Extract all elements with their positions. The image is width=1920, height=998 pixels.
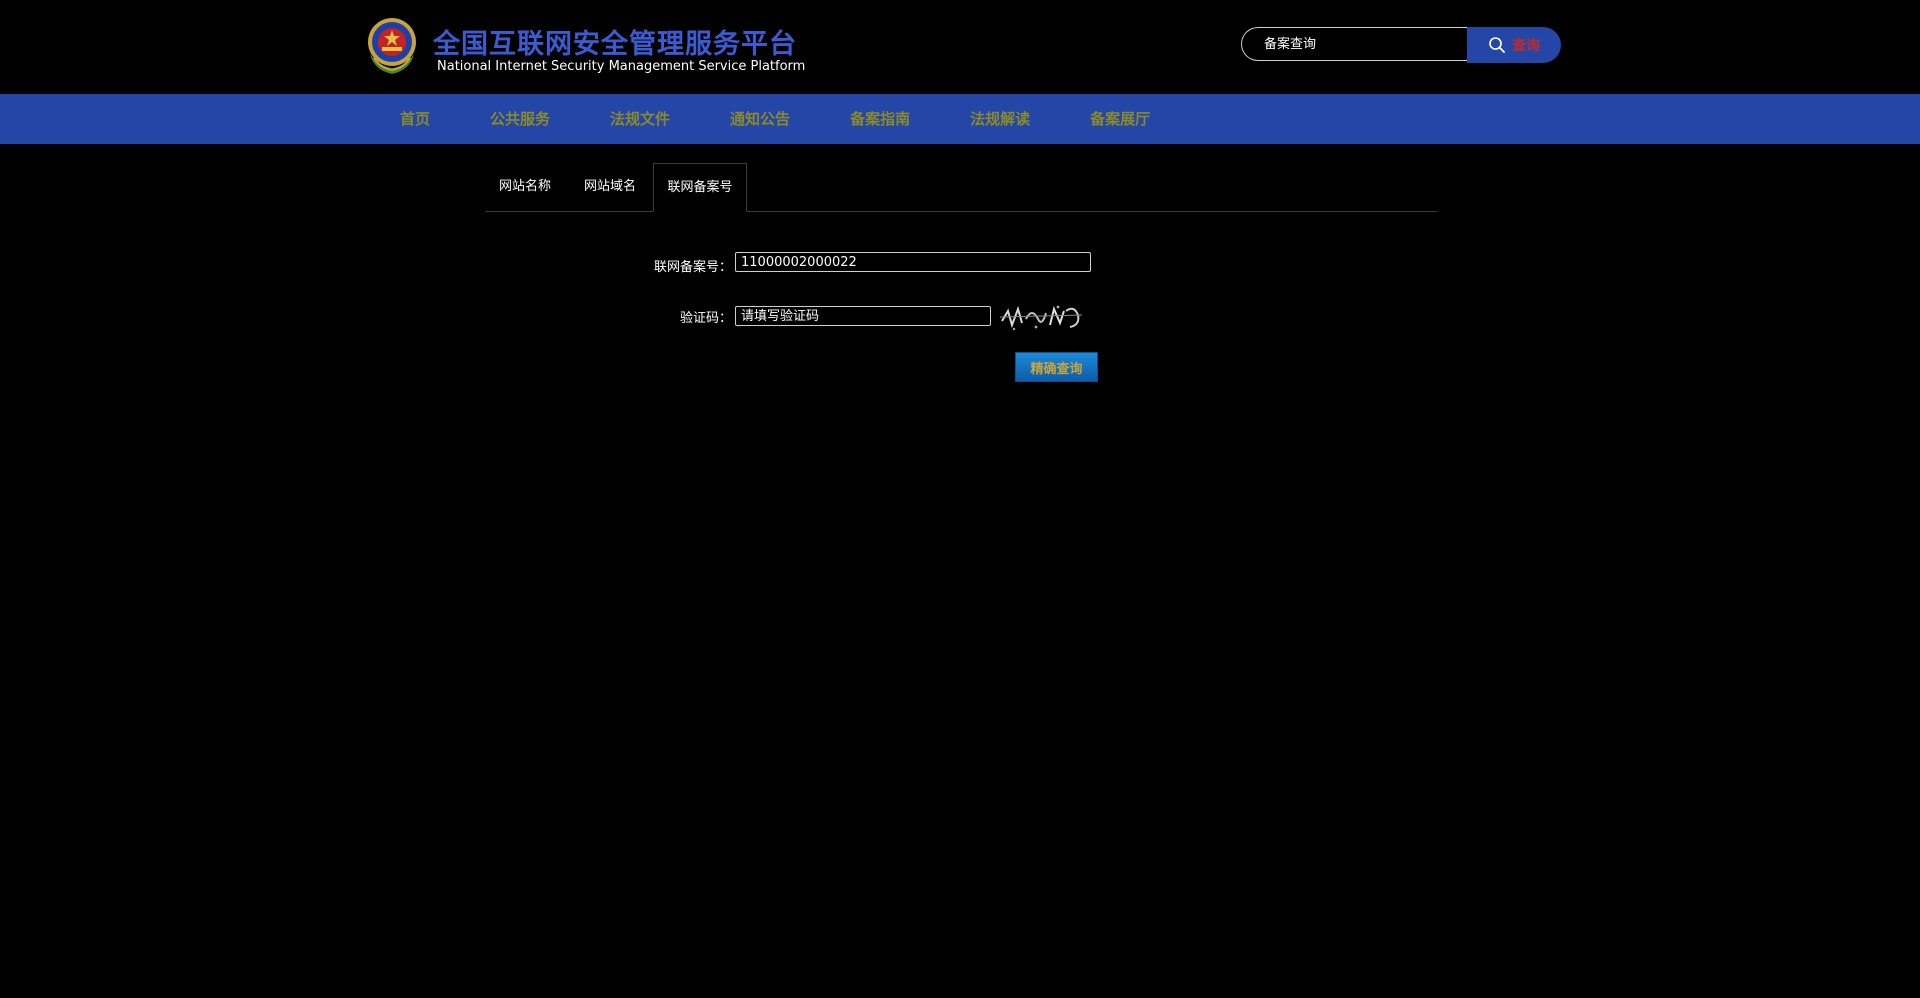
tab-record-number[interactable]: 联网备案号 <box>653 163 747 212</box>
tab-website-name[interactable]: 网站名称 <box>485 163 565 211</box>
site-subtitle: National Internet Security Management Se… <box>437 59 806 74</box>
page: 全国互联网安全管理服务平台 National Internet Security… <box>0 0 1920 998</box>
nav-list: 首页 公共服务 法规文件 通知公告 备案指南 法规解读 备案展厅 <box>360 94 1180 144</box>
site-title: 全国互联网安全管理服务平台 <box>433 29 797 60</box>
nav-item-filing-guide[interactable]: 备案指南 <box>820 94 940 144</box>
search-button-label: 查询 <box>1512 38 1540 54</box>
nav-item-public-service[interactable]: 公共服务 <box>460 94 580 144</box>
captcha-image[interactable] <box>998 301 1084 333</box>
query-tabs: 网站名称 网站域名 联网备案号 <box>485 163 1437 212</box>
nav-item-regulations[interactable]: 法规文件 <box>580 94 700 144</box>
search-icon <box>1489 37 1505 53</box>
header: 全国互联网安全管理服务平台 National Internet Security… <box>0 0 1920 94</box>
main-nav: 首页 公共服务 法规文件 通知公告 备案指南 法规解读 备案展厅 <box>0 94 1920 144</box>
search-input[interactable] <box>1241 27 1467 61</box>
exact-query-button[interactable]: 精确查询 <box>1015 352 1098 382</box>
record-number-label: 联网备案号： <box>653 260 732 275</box>
captcha-input[interactable] <box>735 306 991 326</box>
police-emblem-icon[interactable] <box>362 14 422 77</box>
tab-website-domain[interactable]: 网站域名 <box>570 163 650 211</box>
nav-item-filing-hall[interactable]: 备案展厅 <box>1060 94 1180 144</box>
record-number-input[interactable] <box>735 252 1091 272</box>
search-box: 查询 <box>1241 27 1561 63</box>
search-button[interactable]: 查询 <box>1467 27 1561 63</box>
nav-item-regulation-interpretation[interactable]: 法规解读 <box>940 94 1060 144</box>
nav-item-notices[interactable]: 通知公告 <box>700 94 820 144</box>
nav-item-home[interactable]: 首页 <box>360 94 460 144</box>
captcha-label: 验证码： <box>679 311 732 326</box>
